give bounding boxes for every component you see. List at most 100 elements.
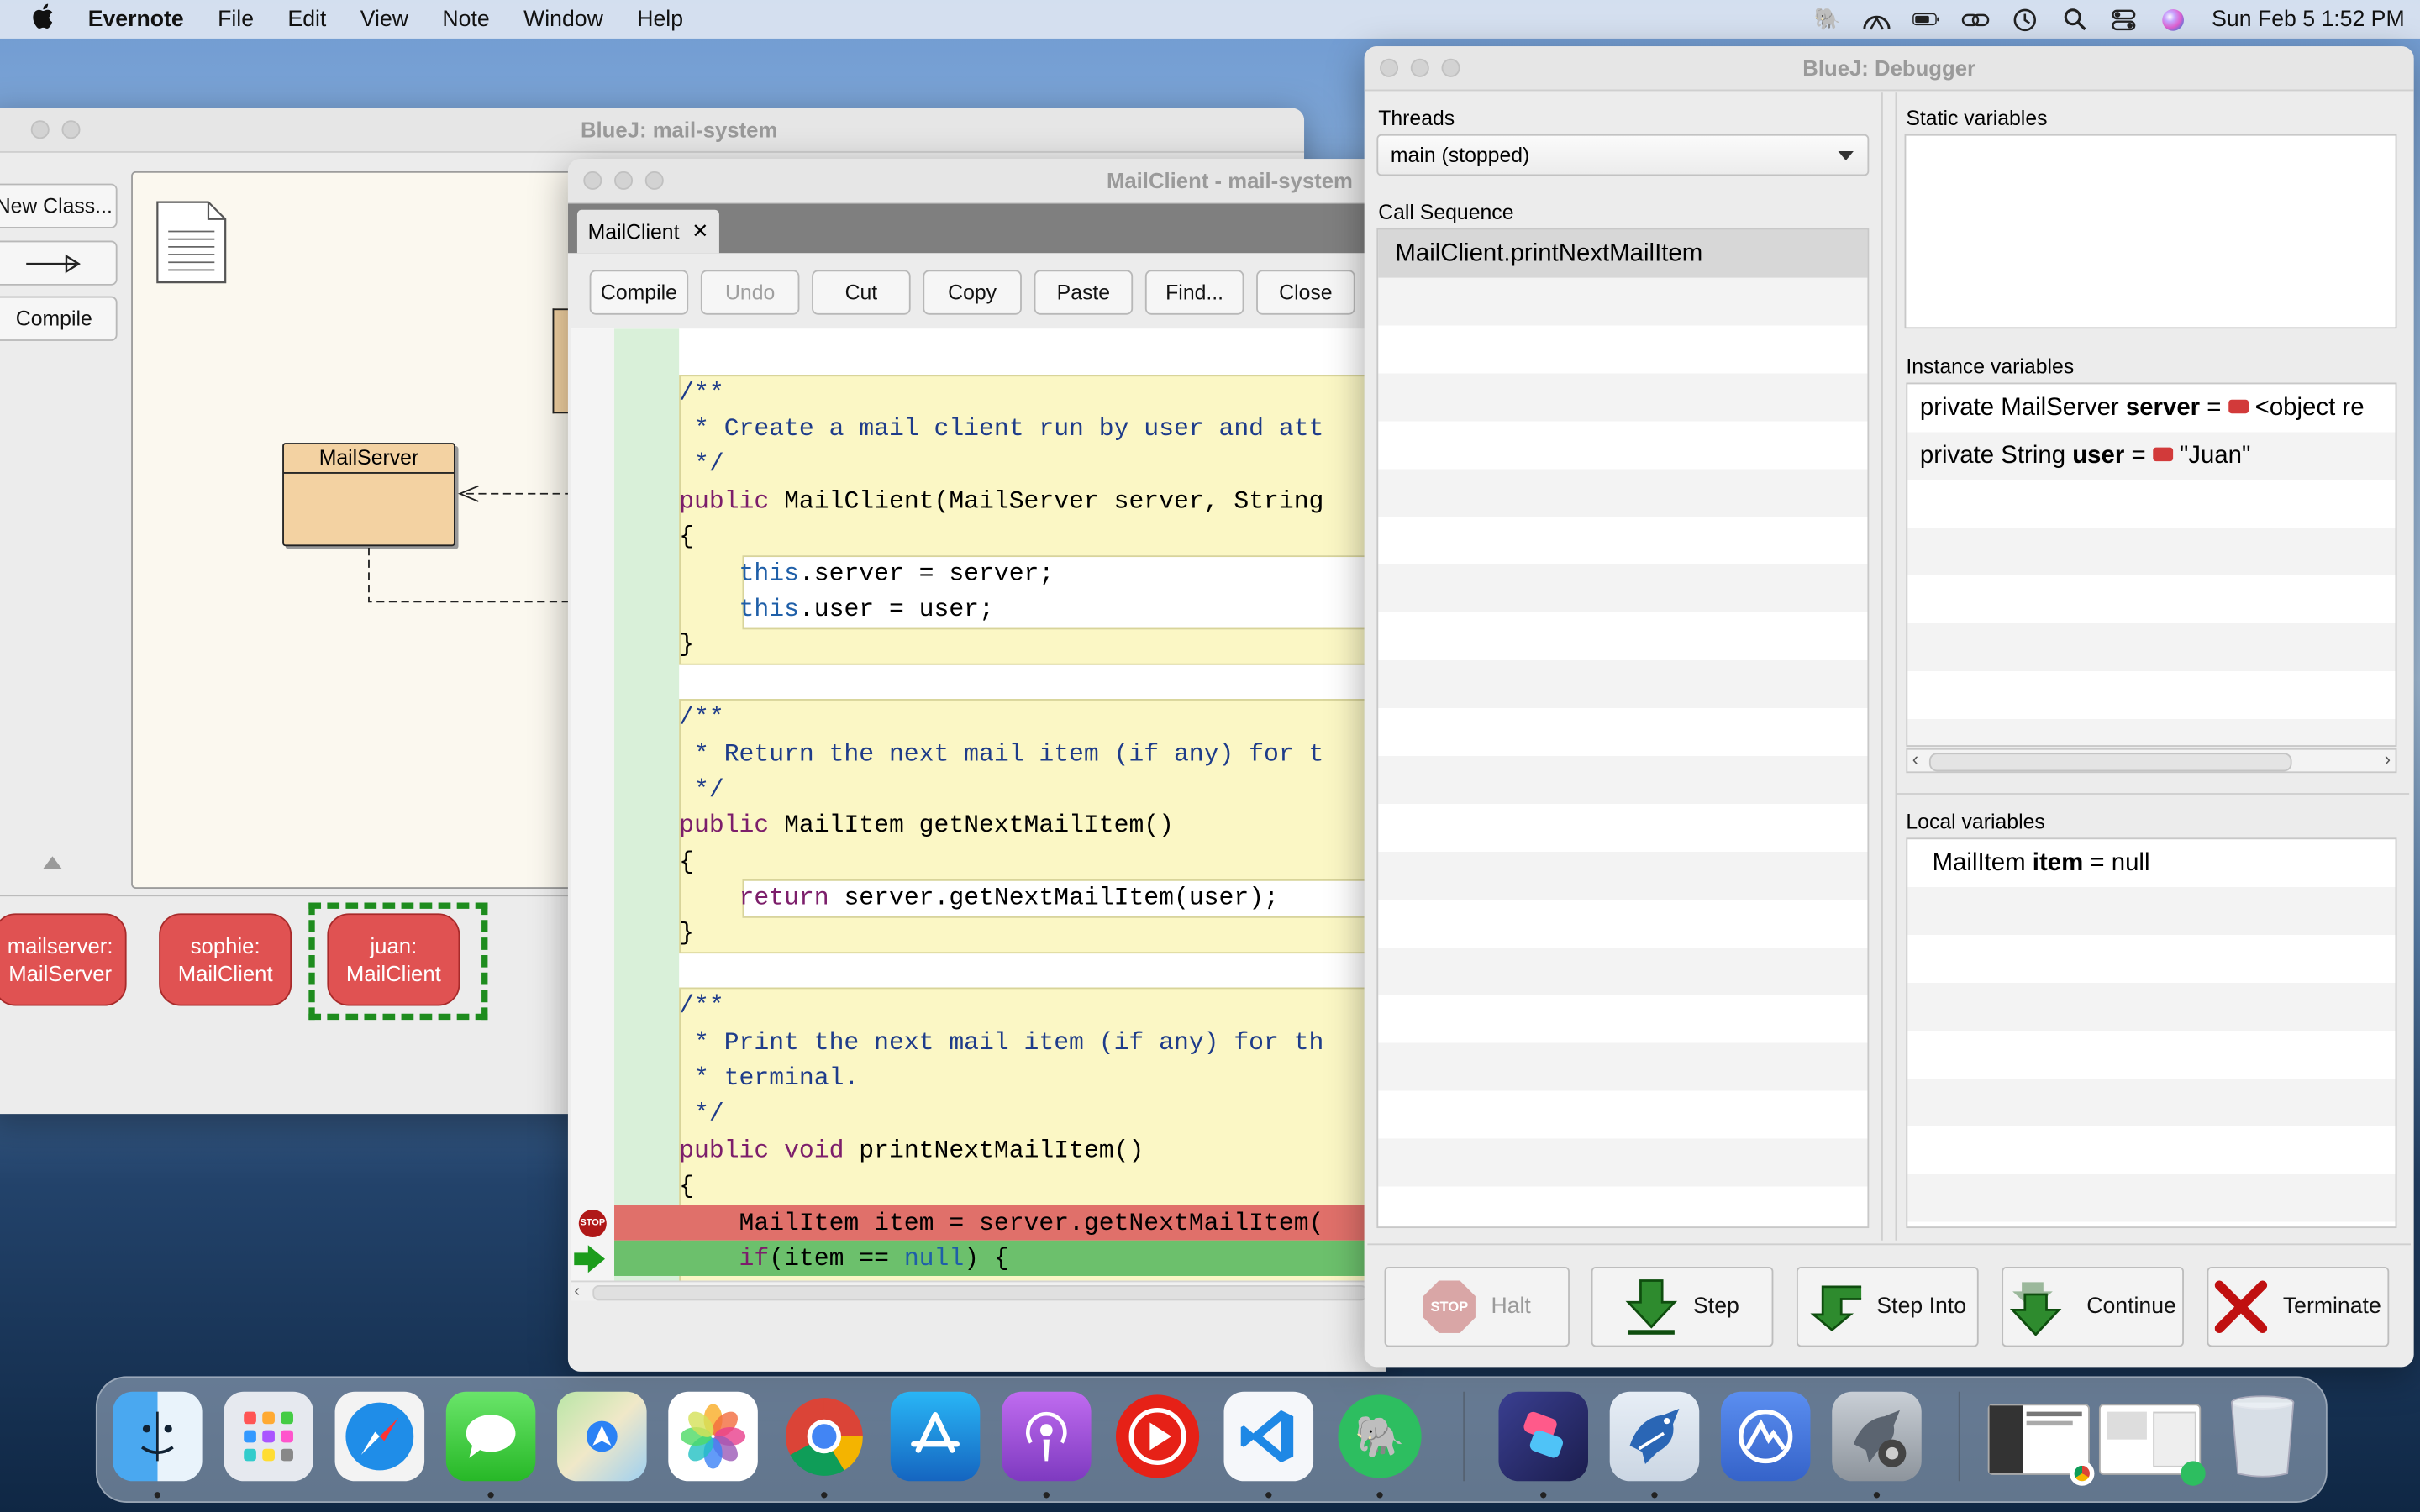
instance-variable-row[interactable]: private MailServer server = <object re	[1907, 384, 2395, 432]
editor-undo-button[interactable]: Undo	[700, 270, 800, 315]
local-var-eq: =	[2083, 850, 2112, 877]
breakpoint-stop-icon[interactable]: STOP	[578, 1210, 607, 1238]
instance-var-value: <object re	[2248, 395, 2365, 422]
code-line: {	[679, 1172, 695, 1200]
step-into-button[interactable]: Step Into	[1796, 1266, 1979, 1347]
tab-close-icon[interactable]: ✕	[692, 219, 708, 244]
maps-icon[interactable]	[557, 1391, 647, 1482]
editor-hscrollbar[interactable]: ‹	[571, 1280, 1368, 1301]
scroll-left-icon[interactable]: ‹	[1912, 748, 1918, 770]
step-button[interactable]: Step	[1591, 1266, 1774, 1347]
dock-separator-2	[1958, 1391, 1960, 1482]
object-sophie[interactable]: sophie: MailClient	[159, 913, 292, 1006]
menu-app-name[interactable]: Evernote	[71, 7, 200, 31]
editor-close-button[interactable]	[583, 171, 602, 190]
menu-clock[interactable]: Sun Feb 5 1:52 PM	[2212, 7, 2404, 31]
call-sequence-item-label: MailClient.printNextMailItem	[1395, 240, 1703, 267]
continue-button[interactable]: Continue	[2002, 1266, 2184, 1347]
object-juan[interactable]: juan: MailClient	[327, 913, 460, 1006]
instance-hscrollbar[interactable]: ‹ ›	[1906, 748, 2397, 774]
readme-document-icon[interactable]	[156, 201, 227, 284]
code-line-this-server: this.server = server;	[739, 559, 1055, 588]
editor-compile-button[interactable]: Compile	[589, 270, 689, 315]
siri-icon[interactable]	[2160, 7, 2187, 31]
current-line-arrow-icon	[574, 1245, 605, 1273]
code-line: }	[679, 919, 695, 948]
step-button-label: Step	[1693, 1294, 1739, 1320]
call-sequence-list[interactable]: MailClient.printNextMailItem	[1376, 228, 1870, 1229]
thread-select[interactable]: main (stopped)	[1376, 134, 1870, 176]
chrome-icon[interactable]	[780, 1392, 870, 1482]
launchpad-icon[interactable]	[224, 1391, 313, 1482]
menu-help[interactable]: Help	[620, 7, 700, 31]
call-sequence-item[interactable]: MailClient.printNextMailItem	[1378, 229, 1868, 278]
editor-cut-button[interactable]: Cut	[812, 270, 911, 315]
messages-icon[interactable]	[445, 1391, 536, 1482]
instance-hscroll-thumb[interactable]	[1928, 753, 2292, 772]
pane-divider[interactable]	[1881, 92, 1897, 1241]
code-line: /**	[679, 379, 724, 407]
editor-hscroll-thumb[interactable]	[592, 1285, 1368, 1301]
menu-file[interactable]: File	[201, 7, 271, 31]
object-mailserver[interactable]: mailserver: MailServer	[0, 913, 127, 1006]
link-status-icon[interactable]	[1961, 7, 1990, 31]
nordvpn-icon[interactable]	[1720, 1391, 1811, 1482]
instance-var-name: user	[2072, 443, 2125, 470]
shortcuts-icon[interactable]	[1498, 1391, 1588, 1482]
code-line: {	[679, 522, 695, 551]
scroll-left-icon[interactable]: ‹	[574, 1282, 580, 1300]
evernote-status-icon[interactable]: 🐘	[1813, 6, 1841, 31]
podcasts-icon[interactable]	[1002, 1391, 1092, 1482]
photos-icon[interactable]	[668, 1391, 758, 1482]
local-variable-row[interactable]: MailItem item = null	[1907, 839, 2395, 887]
bluej-icon[interactable]	[1609, 1391, 1700, 1482]
code-line-constructor: public MailClient(MailServer server, Str…	[679, 487, 1324, 516]
time-machine-icon[interactable]	[2011, 7, 2039, 31]
editor-zoom-button[interactable]	[644, 171, 664, 190]
menu-note[interactable]: Note	[425, 7, 507, 31]
horizontal-divider[interactable]	[1895, 793, 2410, 795]
instance-variables-list[interactable]: private MailServer server = <object re p…	[1906, 382, 2397, 747]
instance-var-value: "Juan"	[2172, 443, 2251, 470]
window-thumbnail-2[interactable]	[2098, 1404, 2206, 1486]
editor-minimize-button[interactable]	[614, 171, 634, 190]
app-store-icon[interactable]	[890, 1391, 981, 1482]
editor-paste-button[interactable]: Paste	[1034, 270, 1134, 315]
threads-label: Threads	[1378, 106, 1455, 130]
evernote-icon[interactable]: 🐘	[1335, 1392, 1425, 1482]
activity-status-icon[interactable]	[1863, 7, 1891, 31]
safari-icon[interactable]	[334, 1391, 425, 1482]
editor-close-text-button[interactable]: Close	[1256, 270, 1355, 315]
menu-view[interactable]: View	[344, 7, 426, 31]
menu-edit[interactable]: Edit	[271, 7, 343, 31]
gutter	[571, 328, 615, 1281]
trash-icon[interactable]	[2217, 1392, 2307, 1482]
scroll-right-icon[interactable]: ›	[2385, 748, 2391, 770]
control-center-icon[interactable]	[2110, 7, 2138, 31]
local-variables-label: Local variables	[1906, 810, 2045, 833]
debugger-button-bar-divider	[1367, 1243, 2411, 1246]
static-variables-list[interactable]	[1904, 134, 2397, 329]
editor-copy-button[interactable]: Copy	[923, 270, 1022, 315]
editor-find-button[interactable]: Find...	[1144, 270, 1244, 315]
finder-icon[interactable]	[113, 1391, 203, 1482]
search-icon[interactable]	[2060, 7, 2088, 31]
vscode-icon[interactable]	[1223, 1391, 1314, 1482]
terminate-button[interactable]: Terminate	[2207, 1266, 2390, 1347]
bluej-debug-icon[interactable]	[1832, 1391, 1922, 1482]
running-dot	[1043, 1492, 1050, 1499]
instance-var-eq: =	[2124, 443, 2153, 470]
running-dot	[1265, 1492, 1272, 1499]
svg-text:🐘: 🐘	[1355, 1415, 1404, 1461]
battery-icon[interactable]	[1912, 7, 1940, 31]
window-thumbnail-1[interactable]	[1987, 1404, 2095, 1486]
youtube-icon[interactable]	[1113, 1392, 1202, 1482]
breakpoint-stop-label: STOP	[580, 1219, 606, 1229]
static-variables-label: Static variables	[1906, 106, 2048, 130]
halt-button[interactable]: STOP Halt	[1384, 1266, 1570, 1347]
object-ref-icon	[2228, 399, 2249, 414]
local-variables-list[interactable]: MailItem item = null	[1906, 837, 2397, 1229]
editor-tab[interactable]: MailClient ✕	[576, 209, 719, 254]
instance-variable-row[interactable]: private String user = "Juan"	[1907, 432, 2395, 480]
menu-window[interactable]: Window	[507, 7, 620, 31]
